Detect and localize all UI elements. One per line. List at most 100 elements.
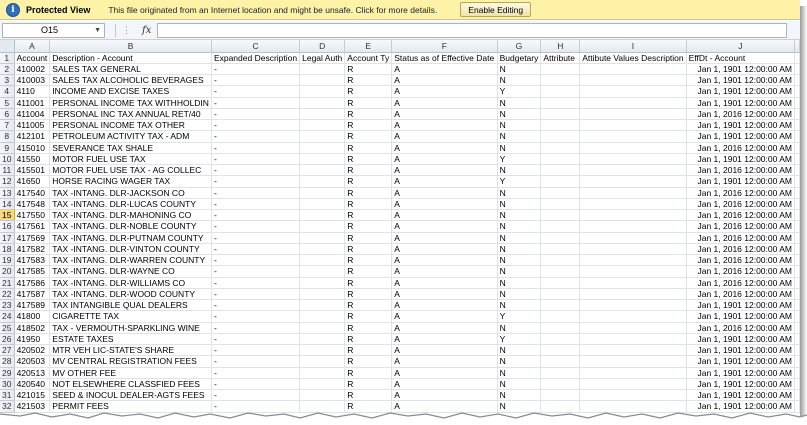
cell-e[interactable]: R [344, 277, 393, 289]
cell-e[interactable]: R [344, 164, 393, 177]
cell-k[interactable] [794, 198, 800, 211]
cell-k[interactable] [794, 389, 800, 402]
cell-j[interactable]: Jan 1, 1901 12:00:00 AM [686, 299, 796, 312]
cell-i[interactable] [579, 198, 687, 211]
cell-a[interactable]: 417586 [14, 277, 51, 289]
cell-g[interactable]: N [497, 130, 542, 143]
cell-a[interactable]: 41550 [14, 153, 51, 166]
row-header[interactable]: 24 [0, 310, 15, 323]
cell-a[interactable]: 421015 [14, 389, 51, 402]
cell-b[interactable]: TAX -INTANG. DLR-WOOD COUNTY [49, 288, 212, 301]
cell-c[interactable]: - [211, 378, 301, 391]
cell-a[interactable]: 411001 [14, 97, 51, 109]
cell-a[interactable]: 420540 [14, 378, 51, 391]
cell-f[interactable]: A [391, 389, 498, 402]
cell-g[interactable]: Y [497, 85, 542, 98]
cell-a[interactable]: 415501 [14, 164, 51, 177]
cell-a[interactable]: 4110 [14, 85, 51, 98]
cell-f[interactable]: A [391, 97, 498, 109]
cell-c[interactable]: - [211, 119, 301, 132]
cell-g[interactable]: N [497, 209, 542, 222]
cell-k[interactable] [794, 232, 800, 244]
cell-c[interactable]: - [211, 310, 301, 323]
cell-h[interactable] [540, 254, 581, 267]
row-header[interactable]: 18 [0, 243, 15, 256]
cell-h[interactable] [540, 378, 581, 391]
cell-b[interactable]: ESTATE TAXES [49, 333, 212, 346]
cell-c[interactable]: - [211, 333, 301, 346]
cell-c[interactable]: - [211, 389, 301, 402]
cell-i[interactable] [579, 310, 687, 323]
cell-i[interactable] [579, 153, 687, 166]
cell-g[interactable]: N [497, 265, 542, 278]
cell-b[interactable]: TAX -INTANG. DLR-NOBLE COUNTY [49, 220, 212, 233]
cell-e[interactable]: R [344, 187, 393, 199]
cell-g[interactable]: N [497, 187, 542, 199]
cell-k[interactable] [794, 367, 800, 379]
cell-f[interactable]: A [391, 310, 498, 323]
cell-h[interactable] [540, 198, 581, 211]
cell-c[interactable]: - [211, 344, 301, 357]
cell-d[interactable] [299, 355, 346, 368]
cell-a[interactable]: 417540 [14, 187, 51, 199]
cell-h[interactable] [540, 209, 581, 222]
cell-c[interactable]: Expanded Description [211, 52, 301, 64]
cell-g[interactable]: Y [497, 310, 542, 323]
enable-editing-button[interactable]: Enable Editing [460, 2, 532, 17]
cell-j[interactable]: Jan 1, 1901 12:00:00 AM [686, 85, 796, 98]
cell-j[interactable]: Jan 1, 1901 12:00:00 AM [686, 153, 796, 166]
cell-e[interactable]: R [344, 85, 393, 98]
cell-f[interactable]: A [391, 322, 498, 334]
cell-b[interactable]: TAX -INTANG. DLR-MAHONING CO [49, 209, 212, 222]
cell-f[interactable]: A [391, 277, 498, 289]
cell-i[interactable] [579, 63, 687, 76]
cell-g[interactable]: Y [497, 175, 542, 188]
cell-b[interactable]: Description - Account [49, 52, 212, 64]
cell-e[interactable]: R [344, 243, 393, 256]
cell-a[interactable]: 410003 [14, 74, 51, 87]
cell-j[interactable]: Jan 1, 2016 12:00:00 AM [686, 232, 796, 244]
cell-k[interactable] [794, 310, 800, 323]
cell-k[interactable] [794, 277, 800, 289]
row-header[interactable]: 30 [0, 378, 15, 391]
cell-f[interactable]: A [391, 288, 498, 301]
cell-i[interactable] [579, 119, 687, 132]
row-header[interactable]: 22 [0, 288, 15, 301]
cell-g[interactable]: Y [497, 153, 542, 166]
cell-d[interactable] [299, 187, 346, 199]
cell-j[interactable]: Jan 1, 1901 12:00:00 AM [686, 130, 796, 143]
column-header-k[interactable] [794, 40, 800, 53]
cell-j[interactable]: Jan 1, 2016 12:00:00 AM [686, 198, 796, 211]
cell-i[interactable] [579, 367, 687, 379]
cell-b[interactable]: INCOME AND EXCISE TAXES [49, 85, 212, 98]
cell-d[interactable] [299, 220, 346, 233]
cell-f[interactable]: A [391, 164, 498, 177]
cell-e[interactable]: R [344, 108, 393, 121]
cell-b[interactable]: TAX INTANGIBLE QUAL DEALERS [49, 299, 212, 312]
cell-a[interactable]: 417585 [14, 265, 51, 278]
cell-g[interactable]: N [497, 220, 542, 233]
cell-d[interactable] [299, 74, 346, 87]
name-box[interactable]: O15 ▼ [2, 22, 105, 38]
select-all-corner[interactable] [0, 40, 15, 53]
row-header[interactable]: 8 [0, 130, 15, 143]
cell-e[interactable]: R [344, 299, 393, 312]
cell-a[interactable]: 420513 [14, 367, 51, 379]
cell-f[interactable]: A [391, 243, 498, 256]
cell-c[interactable]: - [211, 108, 301, 121]
cell-k[interactable] [794, 344, 800, 357]
cell-e[interactable]: R [344, 310, 393, 323]
cell-d[interactable] [299, 108, 346, 121]
cell-g[interactable]: N [497, 355, 542, 368]
cell-e[interactable]: R [344, 97, 393, 109]
cell-b[interactable]: PERSONAL INCOME TAX WITHHOLDIN [49, 97, 212, 109]
cell-h[interactable]: Attribute [540, 52, 581, 64]
cell-f[interactable]: A [391, 198, 498, 211]
cell-g[interactable]: N [497, 322, 542, 334]
cell-f[interactable]: A [391, 254, 498, 267]
cell-c[interactable]: - [211, 85, 301, 98]
cell-g[interactable]: N [497, 74, 542, 87]
cell-j[interactable]: Jan 1, 2016 12:00:00 AM [686, 265, 796, 278]
column-header-a[interactable]: A [14, 40, 51, 53]
cell-b[interactable]: MOTOR FUEL USE TAX [49, 153, 212, 166]
